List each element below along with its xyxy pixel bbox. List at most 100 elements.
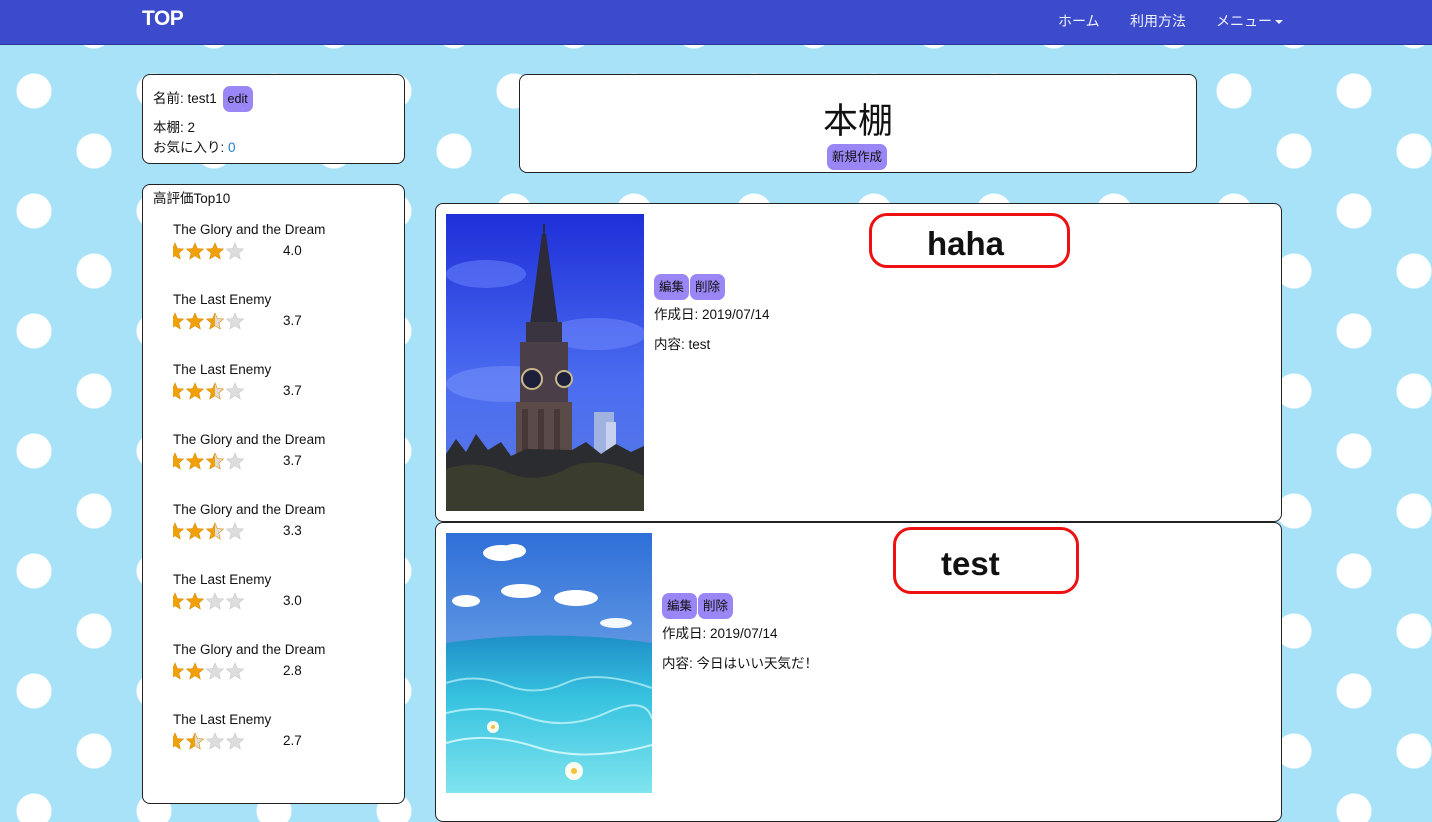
rank-book-name[interactable]: The Last Enemy <box>173 571 271 589</box>
rating-row: 3.3 <box>173 521 325 543</box>
rating-score: 3.7 <box>283 383 302 398</box>
star-rating <box>173 452 245 470</box>
star-empty-icon <box>205 662 225 680</box>
rank-book-name[interactable]: The Glory and the Dream <box>173 431 325 449</box>
list-item: The Glory and the Dream 2.8 <box>173 641 325 683</box>
book-card: test 編集 削除 作成日: 2019/07/14 内容: 今日はいい天気だ！ <box>435 522 1282 822</box>
profile-name: 名前: test1 <box>153 91 217 106</box>
list-item: The Glory and the Dream 4.0 <box>173 221 325 263</box>
chevron-down-icon <box>1275 20 1283 25</box>
star-filled-icon <box>185 312 205 330</box>
book-card: haha 編集 削除 作成日: 2019/07/14 内容: test <box>435 203 1282 522</box>
delete-book-button[interactable]: 削除 <box>698 593 734 619</box>
book-title: test <box>941 545 1000 582</box>
star-rating <box>173 522 245 540</box>
shelf-header-panel: 本棚 新規作成 <box>519 74 1197 173</box>
star-empty-icon <box>225 662 245 680</box>
list-item: The Glory and the Dream 3.7 <box>173 431 325 473</box>
rating-score: 3.3 <box>283 523 302 538</box>
rating-row: 2.7 <box>173 731 302 753</box>
rating-score: 3.7 <box>283 453 302 468</box>
rating-row: 4.0 <box>173 241 325 263</box>
star-empty-icon <box>225 732 245 750</box>
rank-book-name[interactable]: The Last Enemy <box>173 291 271 309</box>
edit-book-button[interactable]: 編集 <box>662 593 698 619</box>
star-filled-icon <box>185 592 205 610</box>
list-item: The Glory and the Dream 3.3 <box>173 501 325 543</box>
brand-link[interactable]: TOP <box>142 7 184 31</box>
star-half-icon <box>205 382 225 400</box>
nav-menu-label: メニュー <box>1216 13 1272 29</box>
rating-score: 2.8 <box>283 663 302 678</box>
rank-book-name[interactable]: The Glory and the Dream <box>173 221 325 239</box>
star-half-icon <box>205 452 225 470</box>
star-filled-icon <box>185 242 205 260</box>
nav-home[interactable]: ホーム <box>1058 11 1100 31</box>
edit-profile-button[interactable]: edit <box>222 86 253 112</box>
star-rating <box>173 382 245 400</box>
nav-menu-dropdown[interactable]: メニュー <box>1216 11 1283 31</box>
list-item: The Last Enemy 2.7 <box>173 711 302 753</box>
list-item: The Last Enemy 3.7 <box>173 361 302 403</box>
top10-title: 高評価Top10 <box>153 191 231 206</box>
profile-name-row: 名前: test1 edit <box>153 86 253 112</box>
star-filled-icon <box>173 382 185 400</box>
star-filled-icon <box>185 522 205 540</box>
star-rating <box>173 242 245 260</box>
star-rating <box>173 592 245 610</box>
star-filled-icon <box>173 312 185 330</box>
star-filled-icon <box>185 662 205 680</box>
rating-score: 3.0 <box>283 593 302 608</box>
star-half-icon <box>205 312 225 330</box>
star-filled-icon <box>185 452 205 470</box>
list-item: The Last Enemy 3.0 <box>173 571 302 613</box>
rank-book-name[interactable]: The Last Enemy <box>173 361 271 379</box>
rating-row: 3.7 <box>173 381 302 403</box>
clock-tower-photo-icon <box>446 214 644 511</box>
rating-row: 3.0 <box>173 591 302 613</box>
new-book-button[interactable]: 新規作成 <box>827 144 888 170</box>
star-empty-icon <box>225 382 245 400</box>
rank-book-name[interactable]: The Last Enemy <box>173 711 271 729</box>
list-item: The Last Enemy 3.7 <box>173 291 302 333</box>
book-created-date: 作成日: 2019/07/14 <box>662 626 778 641</box>
star-rating <box>173 312 245 330</box>
rating-row: 3.7 <box>173 451 325 473</box>
star-empty-icon <box>225 312 245 330</box>
star-filled-icon <box>173 662 185 680</box>
ocean-photo-icon <box>446 533 652 793</box>
edit-book-button[interactable]: 編集 <box>654 274 690 300</box>
star-half-icon <box>185 732 205 750</box>
delete-book-button[interactable]: 削除 <box>690 274 726 300</box>
star-empty-icon <box>225 522 245 540</box>
star-rating <box>173 662 245 680</box>
rank-book-name[interactable]: The Glory and the Dream <box>173 641 325 659</box>
book-content: 内容: 今日はいい天気だ！ <box>662 656 819 671</box>
favorites-label: お気に入り: <box>153 140 229 155</box>
favorites-count-link[interactable]: 0 <box>228 140 236 155</box>
nav-usage[interactable]: 利用方法 <box>1130 11 1186 31</box>
rating-row: 3.7 <box>173 311 302 333</box>
profile-shelf-count: 本棚: 2 <box>153 120 196 135</box>
star-filled-icon <box>173 242 185 260</box>
star-filled-icon <box>173 452 185 470</box>
book-title: haha <box>927 225 1005 262</box>
page-title: 本棚 <box>822 102 893 141</box>
star-empty-icon <box>205 592 225 610</box>
profile-panel: 名前: test1 edit 本棚: 2 お気に入り: 0 <box>142 74 405 164</box>
rank-book-name[interactable]: The Glory and the Dream <box>173 501 325 519</box>
star-empty-icon <box>225 452 245 470</box>
star-filled-icon <box>185 382 205 400</box>
star-filled-icon <box>173 732 185 750</box>
star-half-icon <box>205 522 225 540</box>
book-content: 内容: test <box>654 337 711 352</box>
star-filled-icon <box>205 242 225 260</box>
rating-score: 4.0 <box>283 243 302 258</box>
top10-panel: 高評価Top10 The Glory and the Dream 4.0 The L… <box>142 184 405 804</box>
rating-score: 2.7 <box>283 733 302 748</box>
star-empty-icon <box>205 732 225 750</box>
star-filled-icon <box>173 592 185 610</box>
star-empty-icon <box>225 242 245 260</box>
book-actions: 編集 削除 <box>662 593 734 619</box>
star-empty-icon <box>225 592 245 610</box>
